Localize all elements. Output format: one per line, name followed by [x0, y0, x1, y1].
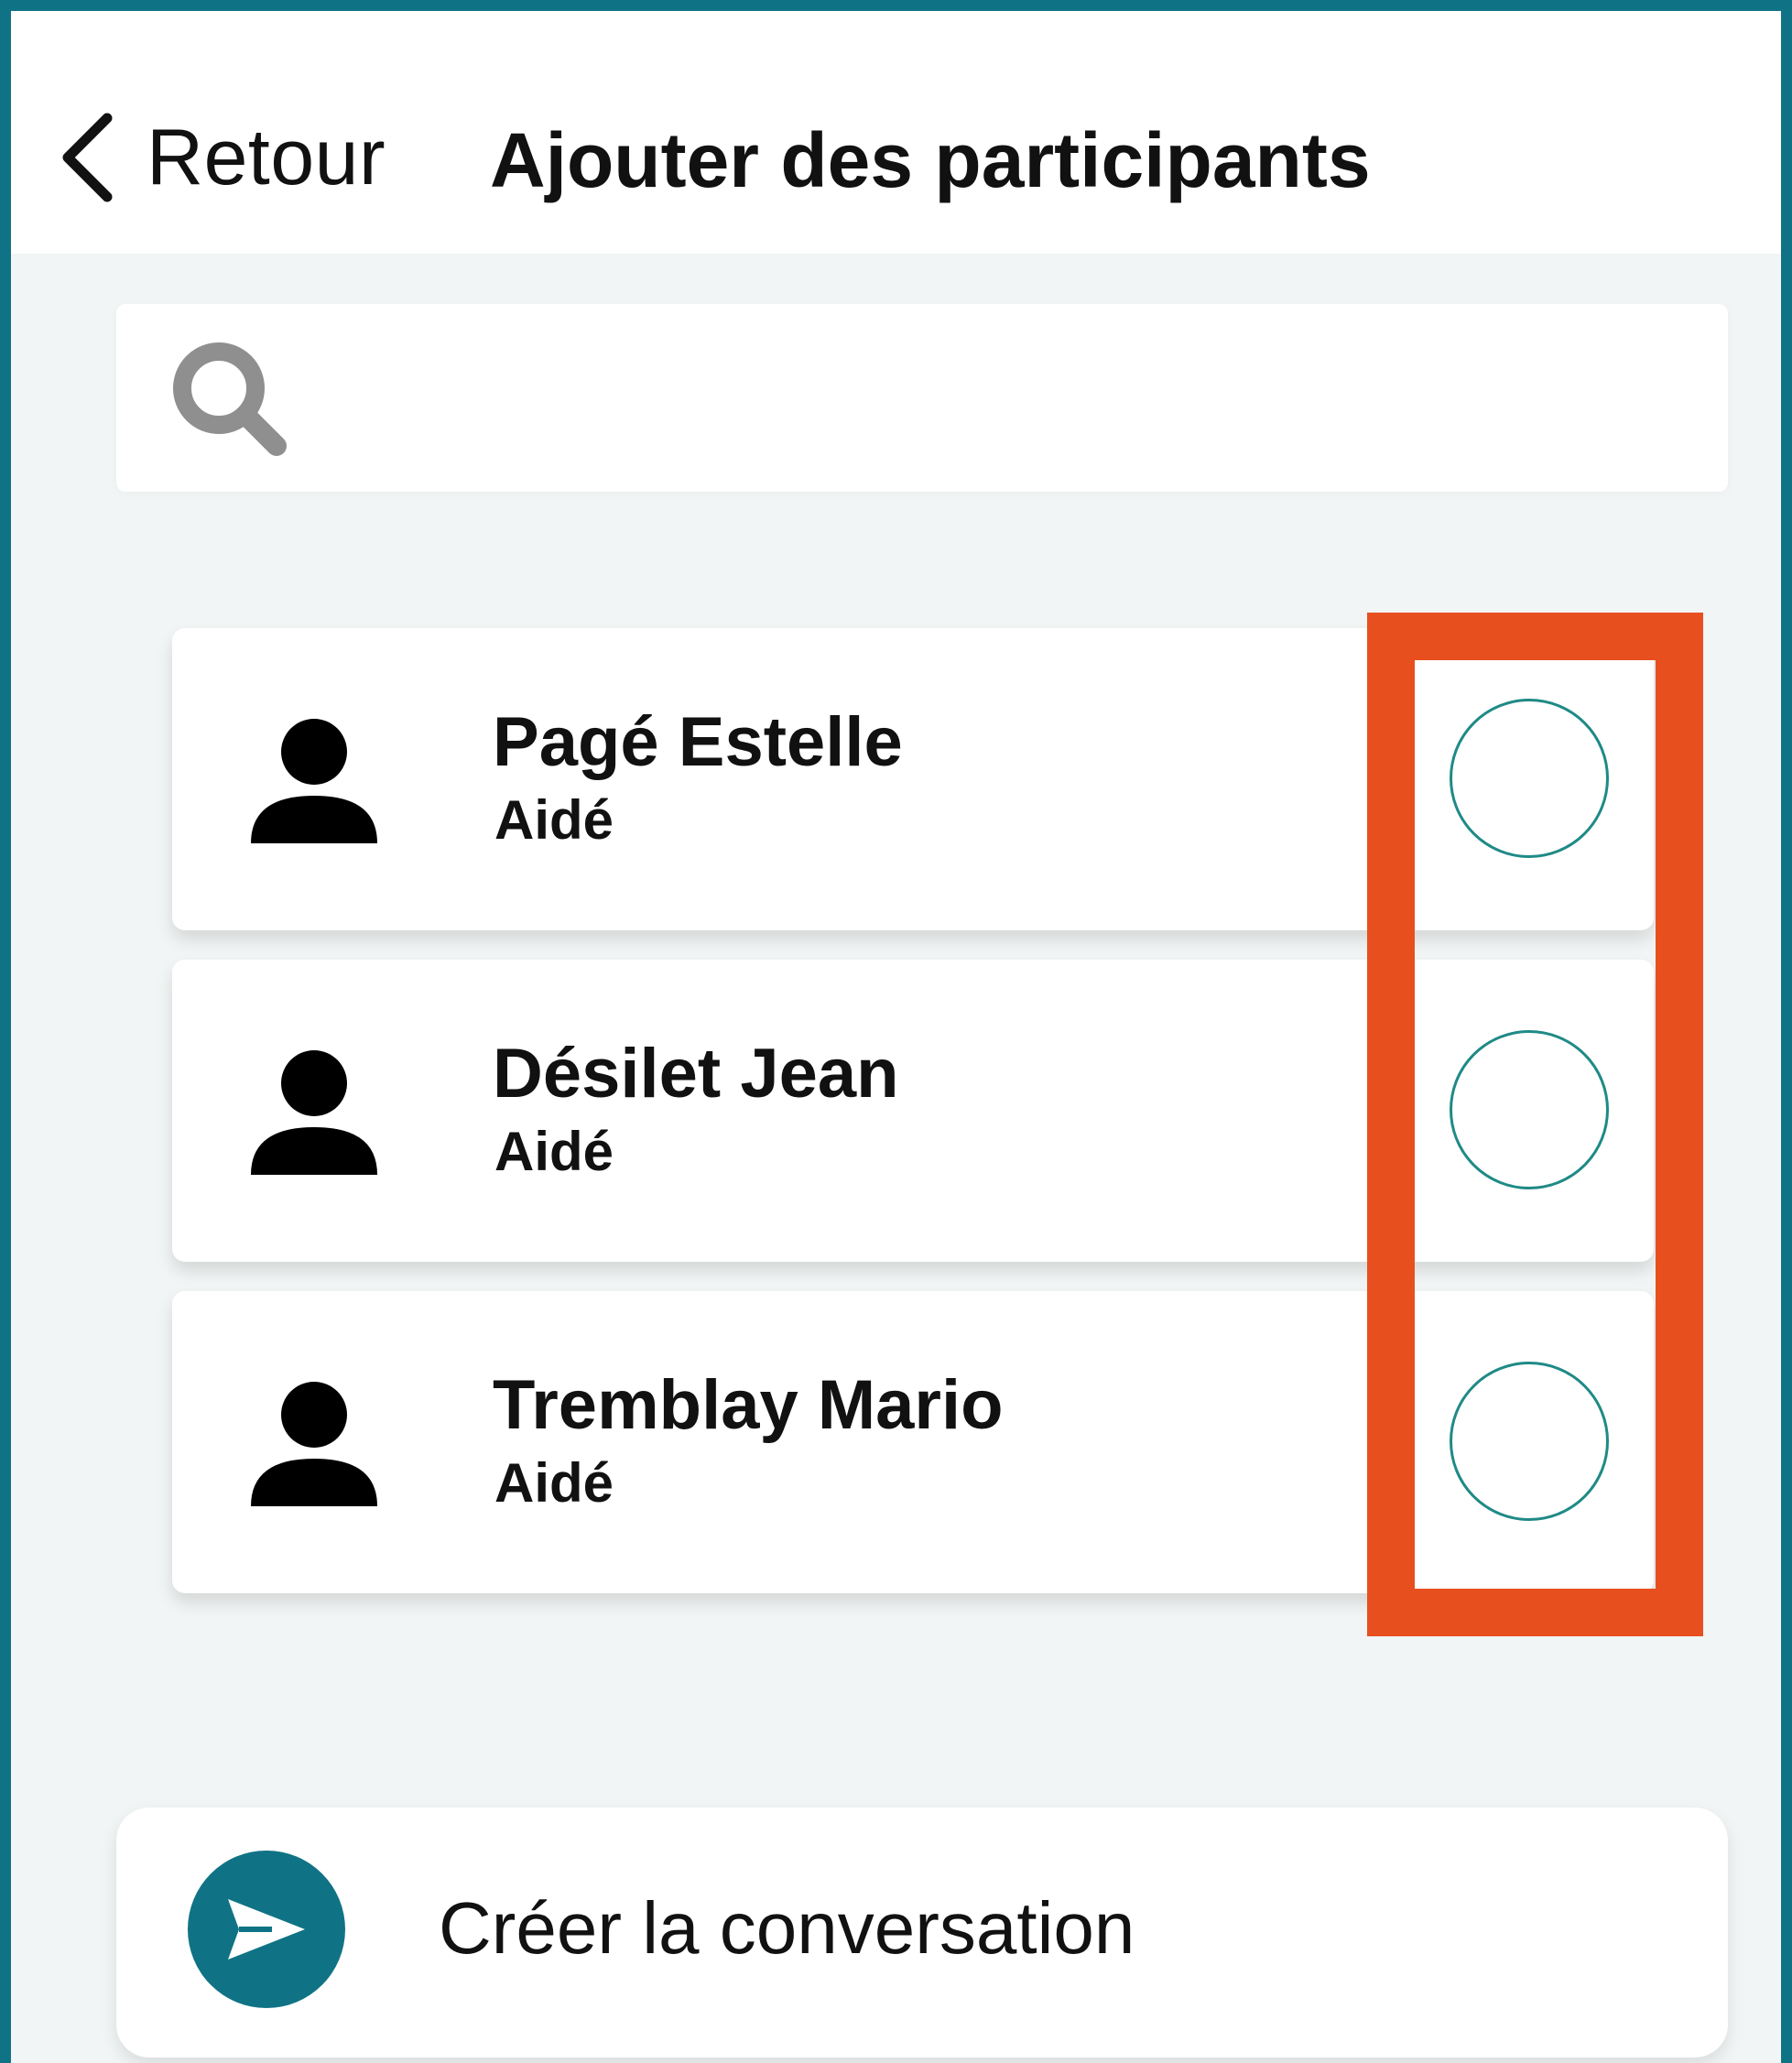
- back-button[interactable]: Retour: [57, 107, 386, 208]
- search-bar[interactable]: [116, 304, 1728, 492]
- participant-name: Désilet Jean: [493, 1035, 899, 1113]
- create-conversation-button[interactable]: Créer la conversation: [116, 1808, 1728, 2058]
- participant-name: Tremblay Mario: [493, 1366, 1004, 1444]
- select-checkbox[interactable]: [1450, 1030, 1609, 1189]
- select-checkbox[interactable]: [1450, 1362, 1609, 1521]
- participant-name: Pagé Estelle: [493, 703, 903, 781]
- participant-role: Aidé: [494, 1121, 614, 1182]
- participant-role: Aidé: [494, 1452, 614, 1514]
- participant-role: Aidé: [494, 789, 614, 851]
- create-conversation-label: Créer la conversation: [439, 1887, 1135, 1969]
- chevron-left-icon: [62, 113, 113, 202]
- search-input[interactable]: [327, 341, 1686, 452]
- list-item[interactable]: Pagé Estelle Aidé: [172, 628, 1654, 930]
- search-icon: [173, 342, 287, 456]
- select-checkbox[interactable]: [1450, 699, 1609, 858]
- list-item[interactable]: Désilet Jean Aidé: [172, 960, 1654, 1262]
- send-button-circle: [188, 1851, 345, 2008]
- send-icon: [228, 1899, 305, 1960]
- app-frame: Retour Ajouter des participants Pagé Est…: [0, 0, 1792, 2063]
- list-item[interactable]: Tremblay Mario Aidé: [172, 1291, 1654, 1593]
- person-icon: [251, 1050, 377, 1175]
- person-icon: [251, 1382, 377, 1506]
- back-button-label: Retour: [147, 113, 386, 201]
- page-title: Ajouter des participants: [490, 117, 1371, 203]
- person-icon: [251, 719, 377, 843]
- navigation-header: Retour Ajouter des participants: [11, 11, 1781, 254]
